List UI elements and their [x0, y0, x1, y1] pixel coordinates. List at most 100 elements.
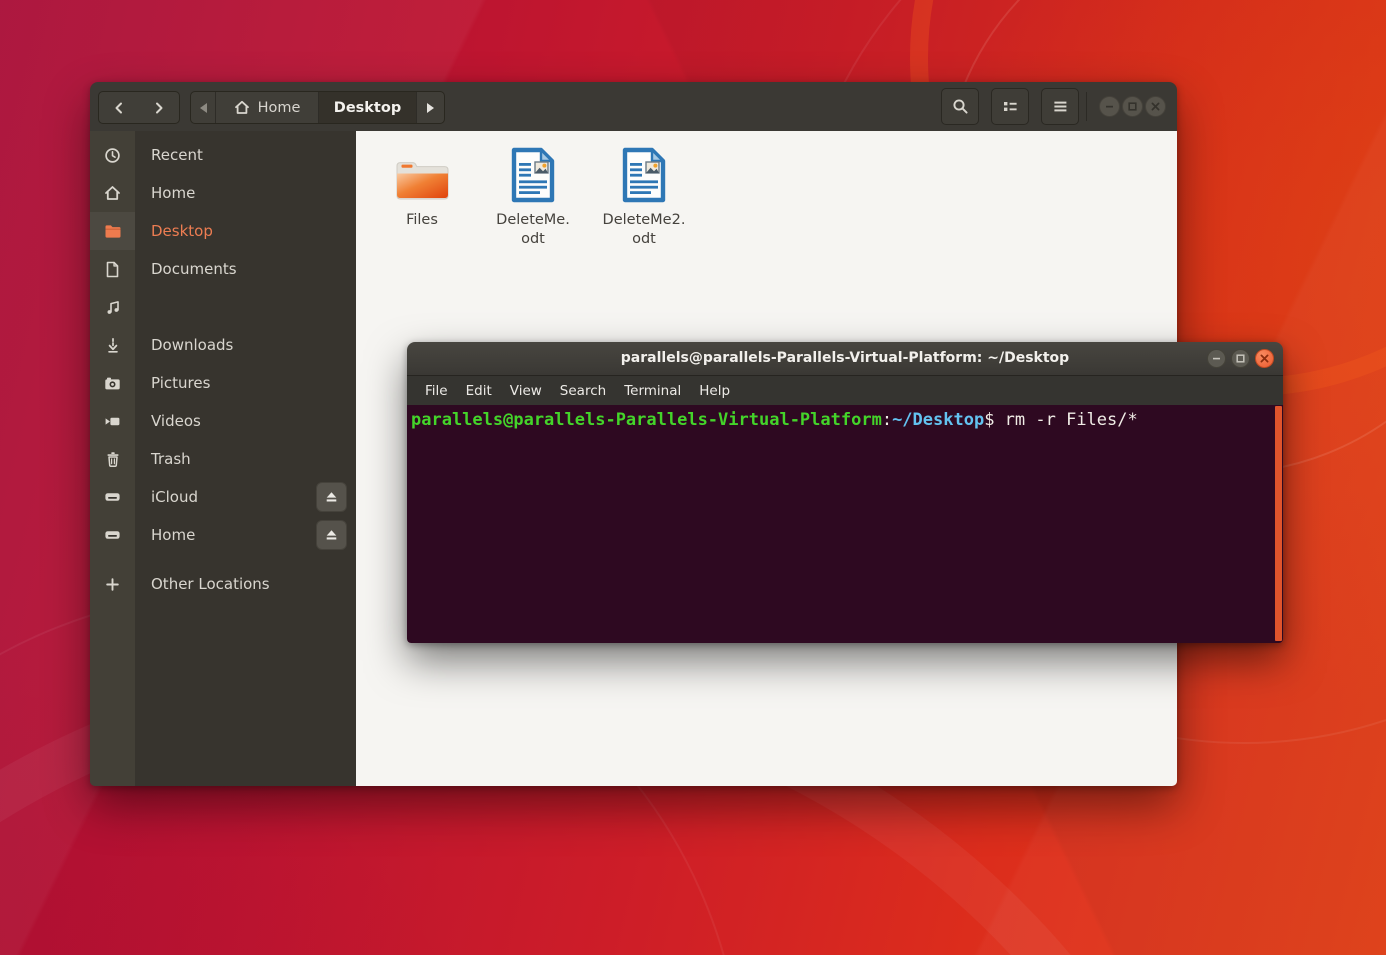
- file-item-files-folder[interactable]: Files: [370, 139, 474, 249]
- sidebar-item-label: Recent: [151, 146, 203, 164]
- sidebar-item-recent[interactable]: Recent: [90, 136, 356, 174]
- sidebar-item-home[interactable]: Home: [90, 174, 356, 212]
- camera-icon: [90, 364, 135, 402]
- sidebar-item-videos[interactable]: Videos: [90, 402, 356, 440]
- maximize-icon: [1235, 353, 1246, 364]
- maximize-button[interactable]: [1231, 349, 1250, 368]
- eject-button[interactable]: [316, 482, 347, 512]
- terminal-body[interactable]: parallels@parallels-Parallels-Virtual-Pl…: [407, 405, 1283, 643]
- hamburger-menu-button[interactable]: [1041, 88, 1079, 125]
- sidebar-rows: Recent Home Desktop: [90, 131, 356, 603]
- document-icon: [90, 250, 135, 288]
- chevron-left-icon: [112, 101, 126, 115]
- terminal-scrollbar[interactable]: [1275, 406, 1282, 641]
- maximize-button[interactable]: [1122, 96, 1143, 117]
- terminal-menubar: File Edit View Search Terminal Help: [407, 376, 1283, 405]
- sidebar-item-label: Downloads: [151, 336, 233, 354]
- path-segment-home[interactable]: Home: [215, 92, 318, 123]
- terminal-prompt-line: parallels@parallels-Parallels-Virtual-Pl…: [407, 405, 1283, 433]
- file-label: Files: [370, 211, 474, 230]
- close-icon: [1150, 101, 1161, 112]
- hamburger-icon: [1052, 98, 1069, 115]
- search-button[interactable]: [941, 88, 979, 125]
- prompt-colon: :: [882, 410, 892, 430]
- sidebar-item-label: Pictures: [151, 374, 210, 392]
- maximize-icon: [1127, 101, 1138, 112]
- sidebar-item-downloads[interactable]: Downloads: [90, 326, 356, 364]
- download-icon: [90, 326, 135, 364]
- minimize-icon: [1211, 353, 1222, 364]
- sidebar-item-other-locations[interactable]: Other Locations: [90, 565, 356, 603]
- prompt-dollar: $: [984, 410, 994, 430]
- forward-button[interactable]: [139, 92, 179, 123]
- chevron-right-icon: [152, 101, 166, 115]
- home-icon: [90, 174, 135, 212]
- menu-file[interactable]: File: [416, 383, 457, 399]
- clock-icon: [90, 136, 135, 174]
- path-bar: Home Desktop: [190, 91, 445, 124]
- drive-icon: [90, 516, 135, 554]
- ubuntu-desktop: Home Desktop: [0, 0, 1386, 955]
- header-separator: [1086, 92, 1087, 121]
- minimize-button[interactable]: [1099, 96, 1120, 117]
- file-label: DeleteMe.odt: [481, 211, 585, 249]
- sidebar-item-label: Home: [151, 526, 195, 544]
- path-current-label: Desktop: [334, 100, 401, 116]
- close-icon: [1259, 353, 1270, 364]
- path-scroll-left-button[interactable]: [191, 92, 215, 123]
- path-home-label: Home: [258, 100, 301, 116]
- nav-button-group: [98, 91, 180, 124]
- sidebar-item-label: Other Locations: [151, 575, 270, 593]
- sidebar-item-home-drive[interactable]: Home: [90, 516, 356, 554]
- file-manager-headerbar[interactable]: Home Desktop: [90, 82, 1177, 132]
- minimize-button[interactable]: [1207, 349, 1226, 368]
- sidebar-item-label: Videos: [151, 412, 201, 430]
- music-note-icon: [90, 288, 135, 326]
- file-label: DeleteMe2.odt: [592, 211, 696, 249]
- sidebar-item-documents[interactable]: Documents: [90, 250, 356, 288]
- sidebar-item-desktop[interactable]: Desktop: [90, 212, 356, 250]
- sidebar-item-icloud[interactable]: iCloud: [90, 478, 356, 516]
- home-icon: [234, 100, 250, 115]
- list-view-icon: [1002, 98, 1019, 115]
- terminal-window: parallels@parallels-Parallels-Virtual-Pl…: [407, 342, 1283, 643]
- prompt-path: ~/Desktop: [892, 410, 984, 430]
- sidebar-item-label: Documents: [151, 260, 237, 278]
- trash-icon: [90, 440, 135, 478]
- prompt-command: rm -r Files/*: [994, 410, 1137, 430]
- sidebar-item-music[interactable]: [90, 288, 356, 326]
- eject-button[interactable]: [316, 520, 347, 550]
- menu-view[interactable]: View: [501, 383, 551, 399]
- menu-terminal[interactable]: Terminal: [615, 383, 690, 399]
- sidebar-item-trash[interactable]: Trash: [90, 440, 356, 478]
- view-toggle-button[interactable]: [991, 88, 1029, 125]
- sidebar-item-pictures[interactable]: Pictures: [90, 364, 356, 402]
- sidebar-item-label: iCloud: [151, 488, 198, 506]
- sidebar-item-label: Desktop: [151, 222, 213, 240]
- path-scroll-right-button[interactable]: [416, 92, 444, 123]
- menu-search[interactable]: Search: [551, 383, 615, 399]
- eject-icon: [324, 490, 339, 504]
- file-item-deleteme-odt[interactable]: DeleteMe.odt: [481, 139, 585, 249]
- back-button[interactable]: [99, 92, 139, 123]
- writer-document-icon: [619, 147, 669, 203]
- folder-icon: [90, 212, 135, 250]
- path-segment-desktop[interactable]: Desktop: [318, 92, 416, 123]
- menu-help[interactable]: Help: [690, 383, 739, 399]
- eject-icon: [324, 528, 339, 542]
- folder-icon: [393, 155, 451, 203]
- file-item-deleteme2-odt[interactable]: DeleteMe2.odt: [592, 139, 696, 249]
- terminal-titlebar[interactable]: parallels@parallels-Parallels-Virtual-Pl…: [407, 342, 1283, 376]
- terminal-window-controls: [1207, 349, 1274, 368]
- menu-edit[interactable]: Edit: [457, 383, 501, 399]
- sidebar: Recent Home Desktop: [90, 131, 357, 786]
- terminal-title: parallels@parallels-Parallels-Virtual-Pl…: [407, 342, 1283, 375]
- sidebar-item-label: Home: [151, 184, 195, 202]
- triangle-right-icon: [427, 103, 434, 113]
- close-button[interactable]: [1145, 96, 1166, 117]
- video-camera-icon: [90, 402, 135, 440]
- file-grid: Files: [370, 139, 703, 249]
- sidebar-item-label: Trash: [151, 450, 191, 468]
- close-button[interactable]: [1255, 349, 1274, 368]
- plus-icon: [90, 565, 135, 603]
